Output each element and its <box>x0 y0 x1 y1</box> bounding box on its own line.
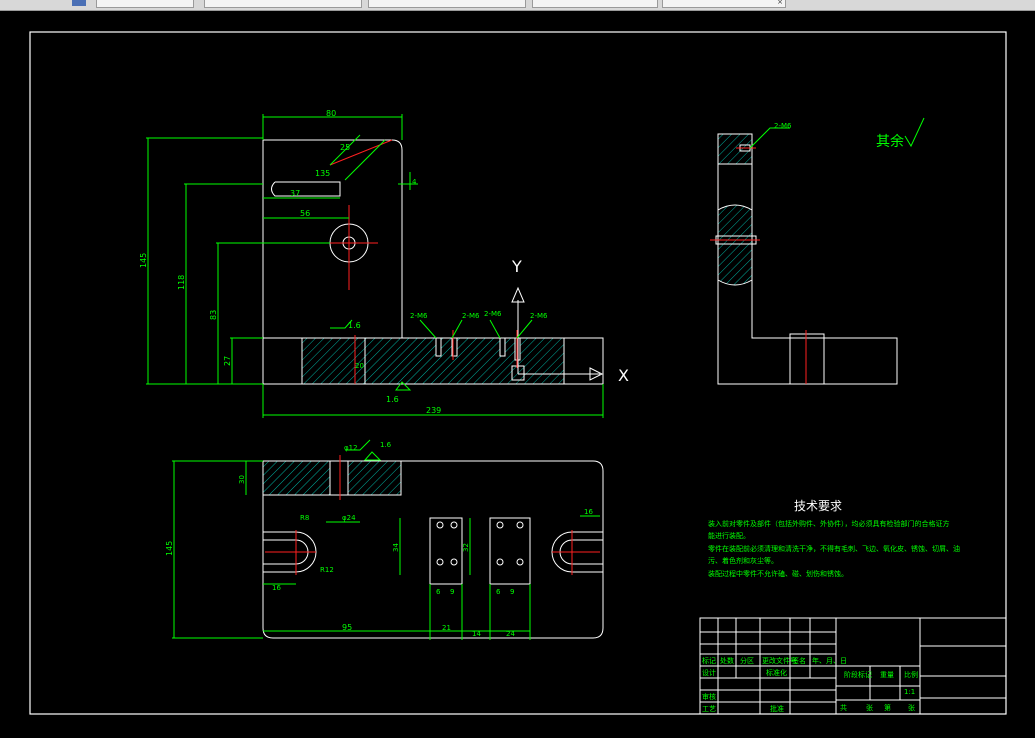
tb-label: 标准化 <box>766 668 787 677</box>
dim-text: 34 <box>392 543 400 552</box>
tb-label: 共 <box>840 703 847 712</box>
dim-text: 16 <box>272 584 281 592</box>
tb-label: 张 <box>908 703 915 712</box>
tb-label: 张 <box>866 703 873 712</box>
tb-label: 分区 <box>740 656 754 665</box>
dim-text: 6 <box>496 588 501 596</box>
dim-text: 83 <box>209 310 218 320</box>
surface-roughness-note: 其余 <box>876 133 904 150</box>
dim-text: 37 <box>290 189 300 198</box>
tech-requirement-line: 能进行装配。 <box>708 531 750 540</box>
dim-text: 145 <box>139 253 148 268</box>
tb-label: 审核 <box>702 692 716 701</box>
dim-text: 6 <box>436 588 441 596</box>
dim-text: 2-M6 <box>410 312 428 320</box>
dim-text: 25 <box>340 143 350 152</box>
dim-text: 80 <box>326 109 336 118</box>
tb-label: 阶段标记 <box>844 670 872 679</box>
tb-label: 处数 <box>720 656 734 665</box>
tb-label: 第 <box>884 703 891 712</box>
dim-text: 1.6 <box>380 441 392 449</box>
tb-label: 工艺 <box>702 705 716 713</box>
dim-text: 1.6 <box>348 321 361 330</box>
tb-label: 重量 <box>880 671 894 679</box>
dim-text: 2-M6 <box>530 312 548 320</box>
dim-text: 2-M6 <box>484 310 502 318</box>
dim-text: 16 <box>584 508 593 516</box>
dim-text: 2-M6 <box>462 312 480 320</box>
dim-text: φ12 <box>344 444 358 452</box>
dim-text: 14 <box>472 630 481 638</box>
dim-text: 30 <box>238 475 246 484</box>
dim-text: φ24 <box>342 514 356 522</box>
dim-text: 24 <box>506 630 515 638</box>
dim-text: 32 <box>462 543 470 552</box>
front-view <box>262 139 604 385</box>
x-axis-label: X <box>618 366 629 385</box>
tech-requirements-title: 技术要求 <box>794 499 842 513</box>
tb-label: 批准 <box>770 704 784 713</box>
tb-label: 比例 <box>904 670 918 679</box>
cad-drawing-canvas[interactable]: Y X 80 37 56 145 118 83 27 239 1.6 1.6 1… <box>0 0 1035 738</box>
dim-text: 1.6 <box>386 395 399 404</box>
roughness-symbol-icon <box>904 117 925 148</box>
dim-text: 9 <box>450 588 454 596</box>
tb-label: 标记 <box>702 656 716 665</box>
dim-text: 9 <box>510 588 514 596</box>
plan-view <box>262 460 604 639</box>
dim-text: 4 <box>412 178 417 186</box>
side-dimensions <box>749 127 790 149</box>
dim-text: 2-M6 <box>774 122 792 130</box>
dim-text: R12 <box>320 566 334 574</box>
dim-text: 27 <box>223 356 232 366</box>
dim-text: 56 <box>300 209 310 218</box>
tech-requirement-line: 装入前对零件及部件（包括外购件、外协件），均必须具有检验部门的合格证方 <box>708 519 950 528</box>
tb-scale-value: 1:1 <box>904 688 915 696</box>
tech-requirement-line: 装配过程中零件不允许磕、碰、划伤和锈蚀。 <box>708 569 848 578</box>
title-block <box>699 617 1007 715</box>
dim-text: 21 <box>442 624 451 632</box>
tech-requirement-line: 污、着色剂和灰尘等。 <box>708 556 778 565</box>
y-axis-label: Y <box>511 257 522 276</box>
tb-label: 设计 <box>702 668 716 677</box>
dim-text: 135 <box>315 169 330 178</box>
dim-text: 118 <box>177 275 186 290</box>
dim-text: 95 <box>342 623 352 632</box>
tech-requirement-line: 零件在装配前必须清理和清洗干净，不得有毛刺、飞边、氧化皮、锈蚀、切屑、油 <box>708 544 960 553</box>
tb-label: 签名 <box>792 656 806 665</box>
dim-text: 145 <box>165 541 174 556</box>
dim-text: R8 <box>300 514 309 522</box>
dim-text: 239 <box>426 406 441 415</box>
tb-label: 年、月、日 <box>812 656 847 665</box>
dim-text: 20 <box>355 362 364 370</box>
